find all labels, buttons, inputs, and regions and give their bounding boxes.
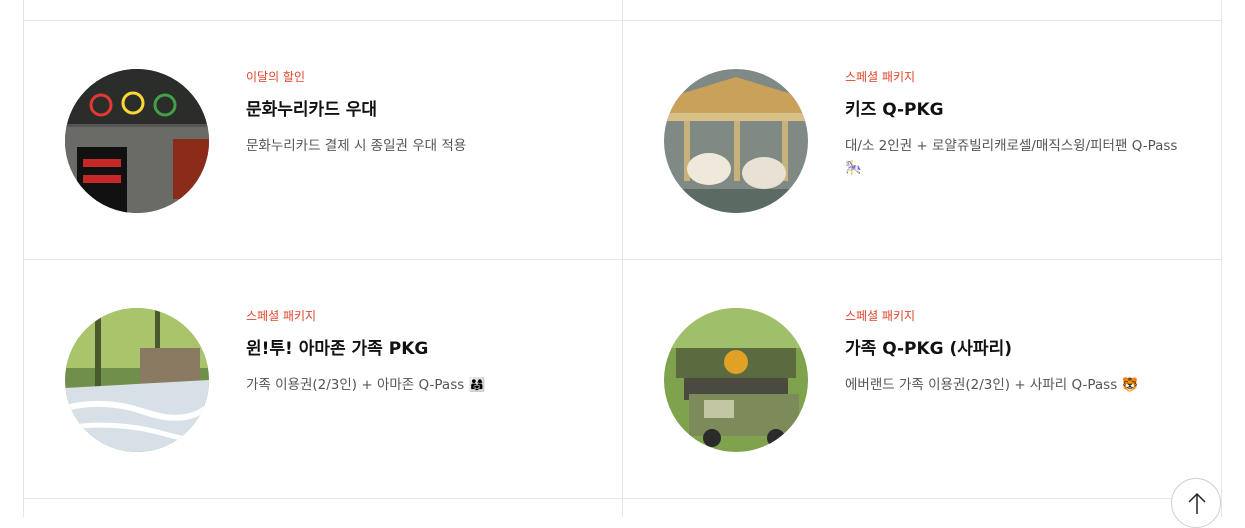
package-tag: 스페셜 패키지 xyxy=(246,309,317,323)
scroll-to-top-button[interactable] xyxy=(1171,478,1221,528)
package-description: 에버랜드 가족 이용권(2/3인) + 사파리 Q-Pass 🐯 xyxy=(845,377,1139,393)
package-thumbnail xyxy=(65,69,209,213)
package-card-family-safari[interactable]: 스페셜 패키지 가족 Q-PKG (사파리) 에버랜드 가족 이용권(2/3인)… xyxy=(623,260,1221,498)
package-grid: 이달의 할인 문화누리카드 우대 문화누리카드 결제 시 종일권 우대 적용 스… xyxy=(23,0,1222,517)
package-thumbnail xyxy=(664,308,808,452)
package-thumbnail xyxy=(664,69,808,213)
arrow-up-icon xyxy=(1188,492,1206,514)
package-title: 윈!투! 아마존 가족 PKG xyxy=(246,339,429,359)
package-tag: 이달의 할인 xyxy=(246,70,306,84)
package-title: 문화누리카드 우대 xyxy=(246,100,378,120)
package-tag: 스페셜 패키지 xyxy=(845,70,916,84)
package-thumbnail xyxy=(65,308,209,452)
package-description: 대/소 2인권 + 로얄쥬빌리캐로셀/매직스윙/피터팬 Q-Pass 🎠 xyxy=(845,138,1178,176)
package-description: 문화누리카드 결제 시 종일권 우대 적용 xyxy=(246,138,467,154)
package-tag: 스페셜 패키지 xyxy=(845,309,916,323)
package-card-kids-qpkg[interactable]: 스페셜 패키지 키즈 Q-PKG 대/소 2인권 + 로얄쥬빌리캐로셀/매직스윙… xyxy=(623,21,1221,259)
package-card-amazon-family[interactable]: 스페셜 패키지 윈!투! 아마존 가족 PKG 가족 이용권(2/3인) + 아… xyxy=(24,260,622,498)
package-description: 가족 이용권(2/3인) + 아마존 Q-Pass 👨‍👩‍👧 xyxy=(246,377,486,393)
package-title: 키즈 Q-PKG xyxy=(845,100,944,120)
package-title: 가족 Q-PKG (사파리) xyxy=(845,339,1012,359)
package-card-culture-card[interactable]: 이달의 할인 문화누리카드 우대 문화누리카드 결제 시 종일권 우대 적용 xyxy=(24,21,622,259)
